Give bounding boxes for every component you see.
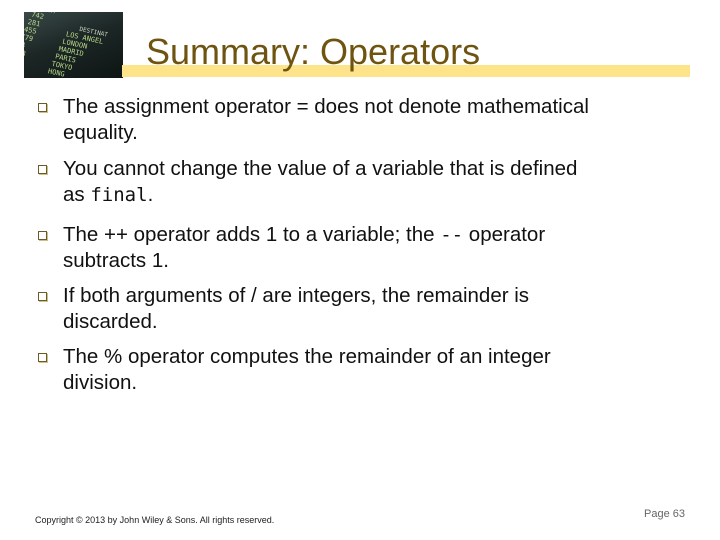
bullet-line: The assignment operator = does not denot… <box>63 95 589 118</box>
square-bullet-icon <box>38 103 47 112</box>
bullet-text: The assignment operator = does not denot… <box>63 94 683 146</box>
bullet-text: If both arguments of / are integers, the… <box>63 283 683 335</box>
bullet-line-text: as <box>63 183 91 206</box>
square-bullet-icon <box>38 165 47 174</box>
bullet-line-text: discarded. <box>63 310 158 333</box>
bullet-line: equality. <box>63 120 683 146</box>
bullet-line-text: operator <box>463 223 546 246</box>
slide-title: Summary: Operators <box>146 31 481 72</box>
square-bullet-icon <box>38 231 47 240</box>
page-number: Page 63 <box>644 508 685 520</box>
bullet-line: If both arguments of / are integers, the… <box>63 284 530 307</box>
square-bullet-icon <box>38 353 47 362</box>
bullet-line: The % operator computes the remainder of… <box>63 345 551 368</box>
bullet-line-text: subtracts 1. <box>63 249 169 272</box>
board-flight-numbers: 742 281 455 779 54 753 14 <box>24 12 45 58</box>
bullet-line: You cannot change the value of a variabl… <box>63 157 578 180</box>
board-flight: 753 <box>24 48 27 58</box>
bullet-line-text: . <box>147 183 154 206</box>
square-bullet-icon <box>38 292 47 301</box>
bullet-line: as final. <box>63 182 683 208</box>
flight-board-logo-image: FLIGHT DESTINAT 742 281 455 779 54 753 1… <box>24 12 123 78</box>
bullet-text: The ++ operator adds 1 to a variable; th… <box>63 222 683 274</box>
copyright-notice: Copyright © 2013 by John Wiley & Sons. A… <box>35 515 275 525</box>
bullet-line-text: The ++ operator adds 1 to a variable; th… <box>63 223 441 246</box>
bullet-line: subtracts 1. <box>63 248 683 274</box>
bullet-line-text: division. <box>63 371 138 394</box>
flight-board-graphic: FLIGHT DESTINAT 742 281 455 779 54 753 1… <box>24 12 109 78</box>
bullet-text: You cannot change the value of a variabl… <box>63 156 683 208</box>
bullet-line: discarded. <box>63 309 683 335</box>
code-keyword-final: final <box>90 184 148 206</box>
bullet-line: division. <box>63 370 683 396</box>
board-flight: 54 <box>24 40 26 50</box>
bullet-text: The % operator computes the remainder of… <box>63 344 683 396</box>
board-destinations: LOS ANGEL LONDON MADRID PARIS TOKYO HONG <box>47 30 104 78</box>
bullet-line: The ++ operator adds 1 to a variable; th… <box>63 222 683 248</box>
code-decrement-operator: -- <box>440 224 464 246</box>
bullet-line-text: equality. <box>63 121 138 144</box>
